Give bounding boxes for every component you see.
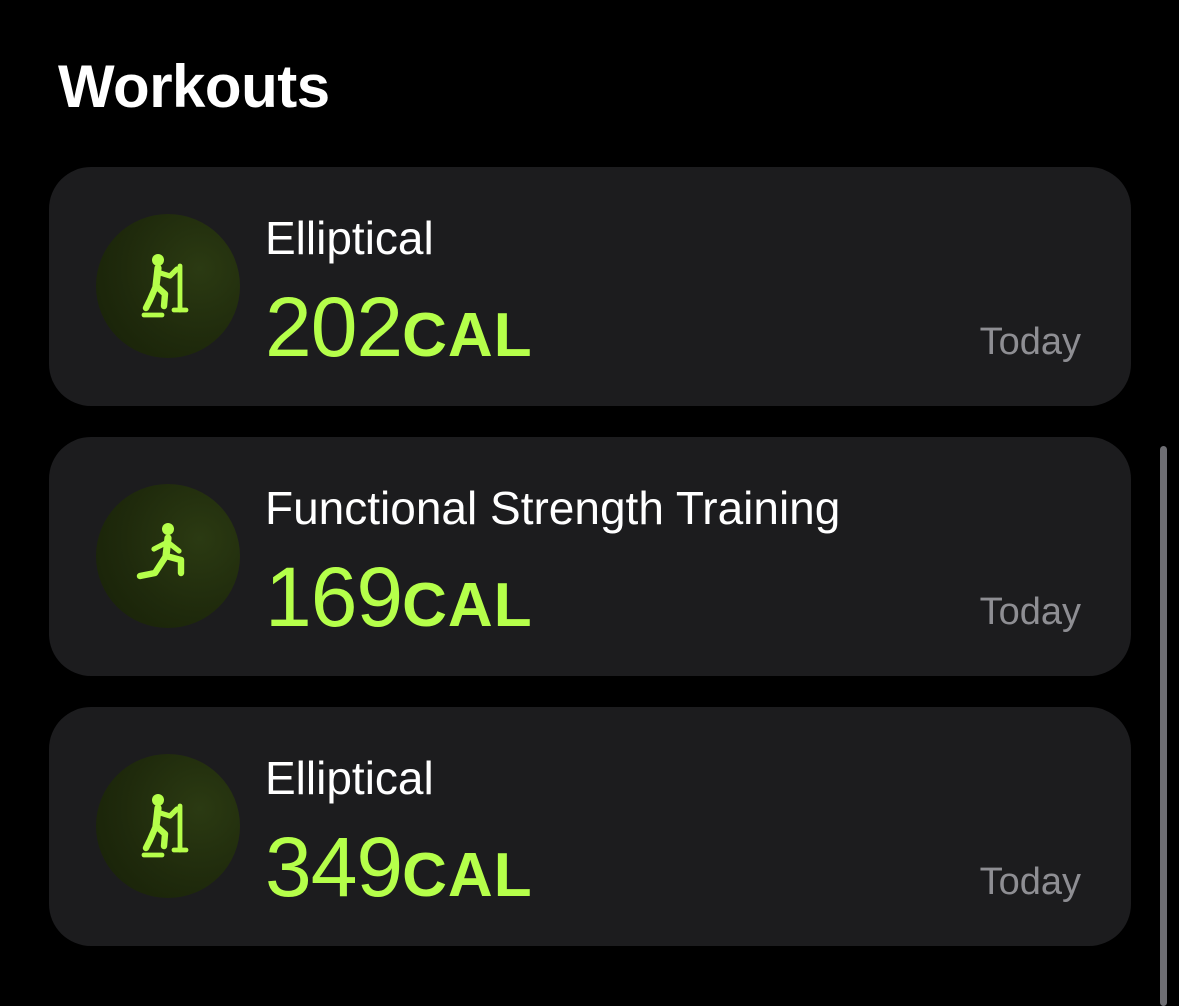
- calories: 169CAL: [265, 547, 533, 672]
- calories-value: 202: [265, 280, 403, 374]
- calories-value: 349: [265, 820, 403, 914]
- calories-unit: CAL: [402, 301, 533, 370]
- elliptical-icon: [96, 754, 240, 898]
- workout-name: Elliptical: [265, 212, 434, 264]
- workout-name: Functional Strength Training: [265, 482, 841, 534]
- strength-training-icon: [96, 484, 240, 628]
- section-title: Workouts: [58, 53, 330, 120]
- calories-unit: CAL: [402, 571, 533, 640]
- elliptical-icon: [96, 214, 240, 358]
- workout-name: Elliptical: [265, 752, 434, 804]
- workout-card[interactable]: Elliptical 202CAL Today: [49, 167, 1131, 406]
- calories: 202CAL: [265, 277, 533, 402]
- workout-list: Elliptical 202CAL Today Functional Stren…: [49, 167, 1131, 977]
- workout-card[interactable]: Functional Strength Training 169CAL Toda…: [49, 437, 1131, 676]
- calories: 349CAL: [265, 817, 533, 942]
- calories-value: 169: [265, 550, 403, 644]
- workout-date: Today: [979, 321, 1081, 363]
- calories-unit: CAL: [402, 841, 533, 910]
- workout-date: Today: [979, 861, 1081, 903]
- workout-card[interactable]: Elliptical 349CAL Today: [49, 707, 1131, 946]
- workout-date: Today: [979, 591, 1081, 633]
- scrollbar[interactable]: [1160, 446, 1167, 1006]
